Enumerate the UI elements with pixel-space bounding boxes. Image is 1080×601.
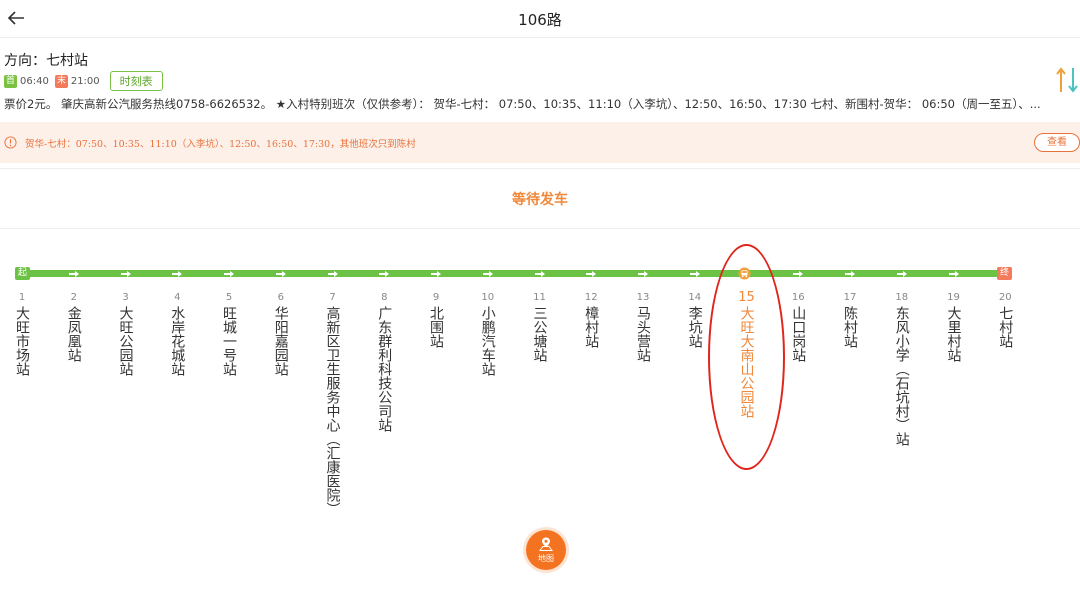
stop-number: 8: [381, 292, 388, 303]
stop-number: 11: [533, 292, 546, 303]
track-arrow-icon: [120, 271, 131, 277]
alert-bar: 贺华-七村：07:50、10:35、11:10（入李坑）、12:50、16:50…: [0, 122, 1080, 163]
stop-number: 5: [225, 292, 233, 303]
direction-label: 方向：七村站: [4, 53, 88, 69]
last-bus-time: 21:00: [70, 75, 100, 87]
route-stop[interactable]: 3 大旺公园站: [116, 290, 136, 376]
stop-name: 北围站: [428, 306, 444, 348]
view-button[interactable]: 查看: [1034, 133, 1080, 152]
stop-number: 14: [688, 292, 702, 303]
route-stop[interactable]: 10 小鹏汽车站: [478, 290, 498, 376]
info-circle-icon: [4, 136, 17, 149]
highlight-annotation: [708, 244, 785, 470]
route-stop[interactable]: 5 旺城一号站: [219, 290, 239, 376]
stop-name: 水岸花城站: [169, 306, 186, 376]
stop-name: 旺城一号站: [221, 306, 237, 376]
route-stop[interactable]: 1 大旺市场站: [12, 290, 32, 376]
stop-name: 大里村站: [945, 306, 962, 362]
first-bus-tag: 首: [4, 74, 17, 88]
timetable-button[interactable]: 时刻表: [109, 71, 163, 91]
route-notice: 票价2元。 肇庆高新公汽服务热线0758-6626532。 ★入村特别班次（仅供…: [4, 97, 1041, 111]
stop-number: 7: [329, 292, 336, 303]
route-stop[interactable]: 11 三公塘站: [530, 290, 550, 362]
track-arrow-icon: [327, 271, 338, 277]
route-stop[interactable]: 16 山口岗站: [788, 290, 808, 362]
route-stop[interactable]: 13 马头营站: [633, 290, 653, 362]
switch-direction-icon[interactable]: [1055, 62, 1080, 98]
track-arrow-icon: [224, 271, 234, 277]
stop-number: 3: [122, 292, 129, 303]
stop-number: 12: [584, 292, 598, 303]
route-stop[interactable]: 12 樟村站: [581, 290, 601, 348]
track-arrow-icon: [793, 271, 804, 277]
top-bar: 106路: [0, 0, 1080, 38]
stop-name: 山口岗站: [790, 306, 807, 362]
route-stop[interactable]: 6 华阳嘉园站: [271, 290, 291, 376]
stop-number: 4: [174, 292, 181, 303]
track-arrow-icon: [948, 271, 959, 277]
alert-text: 贺华-七村：07:50、10:35、11:10（入李坑）、12:50、16:50…: [25, 139, 416, 150]
stop-number: 10: [481, 292, 495, 303]
map-pin-icon: [539, 537, 553, 551]
stop-number: 18: [895, 292, 909, 303]
track-arrow-icon: [896, 271, 907, 277]
stop-name: 大旺公园站: [117, 306, 134, 376]
stop-name: 东风小学︵石坑村︶站: [893, 306, 910, 446]
route-stop[interactable]: 4 水岸花城站: [167, 290, 187, 376]
stop-number: 16: [791, 292, 805, 303]
stop-number: 1: [18, 292, 26, 303]
stop-number: 17: [843, 292, 857, 303]
stop-number: 6: [277, 292, 284, 303]
track-arrow-icon: [689, 271, 700, 277]
stop-name: 马头营站: [635, 306, 651, 362]
stop-number: 13: [636, 292, 650, 303]
track-arrow-icon: [845, 271, 855, 277]
end-tag: 终: [997, 267, 1012, 280]
stop-number: 2: [70, 292, 77, 303]
route-stop[interactable]: 8 广东群利科技公司站: [374, 290, 394, 432]
track-arrow-icon: [638, 271, 648, 277]
stop-name: 广东群利科技公司站: [376, 306, 393, 432]
first-bus-time: 06:40: [20, 75, 49, 87]
stop-number: 20: [998, 292, 1012, 303]
route-stop[interactable]: 2 金凤凰站: [64, 290, 84, 362]
route-stop[interactable]: 17 陈村站: [840, 290, 860, 348]
track-arrow-icon: [379, 271, 390, 277]
stop-number: 9: [432, 292, 440, 303]
map-button[interactable]: 地图: [526, 530, 566, 570]
start-tag: 起: [15, 267, 30, 280]
track-arrow-icon: [431, 271, 441, 277]
stop-number: 19: [947, 292, 960, 303]
stop-name: 小鹏汽车站: [479, 306, 496, 376]
stop-name: 陈村站: [842, 306, 858, 348]
stop-name: 七村站: [997, 306, 1014, 348]
route-stop[interactable]: 19 大里村站: [944, 290, 964, 362]
route-stop[interactable]: 20 七村站: [995, 290, 1015, 348]
route-info: 方向：七村站 首 06:40 末 21:00 时刻表 票价2元。 肇庆高新公汽服…: [0, 38, 1080, 122]
track-arrow-icon: [586, 271, 597, 277]
route-stop[interactable]: 14 李坑站: [685, 290, 705, 348]
stop-name: 金凤凰站: [65, 306, 82, 362]
track-arrow-icon: [534, 271, 545, 277]
track-arrow-icon: [172, 271, 183, 277]
stop-name: 大旺市场站: [14, 306, 30, 376]
stop-name: 高新区卫生服务中心︵汇康医院︶: [324, 306, 341, 516]
last-bus-tag: 末: [54, 74, 68, 88]
route-stop[interactable]: 9 北围站: [426, 290, 446, 348]
page-title: 106路: [518, 11, 562, 29]
track-arrow-icon: [275, 271, 286, 277]
route-track: [16, 270, 1010, 277]
track-arrow-icon: [68, 271, 79, 277]
stop-name: 李坑站: [686, 306, 703, 348]
bus-status: 等待发车: [512, 192, 568, 208]
service-times: 首 06:40 末 21:00 时刻表: [4, 71, 163, 91]
track-arrow-icon: [482, 271, 493, 277]
stop-name: 华阳嘉园站: [272, 306, 289, 376]
map-button-label: 地图: [538, 554, 554, 563]
stop-name: 樟村站: [583, 306, 600, 348]
divider: [0, 228, 1080, 229]
route-stop[interactable]: 18 东风小学︵石坑村︶站: [892, 290, 912, 446]
route-stop[interactable]: 7 高新区卫生服务中心︵汇康医院︶: [323, 290, 343, 516]
stop-name: 三公塘站: [531, 306, 548, 362]
